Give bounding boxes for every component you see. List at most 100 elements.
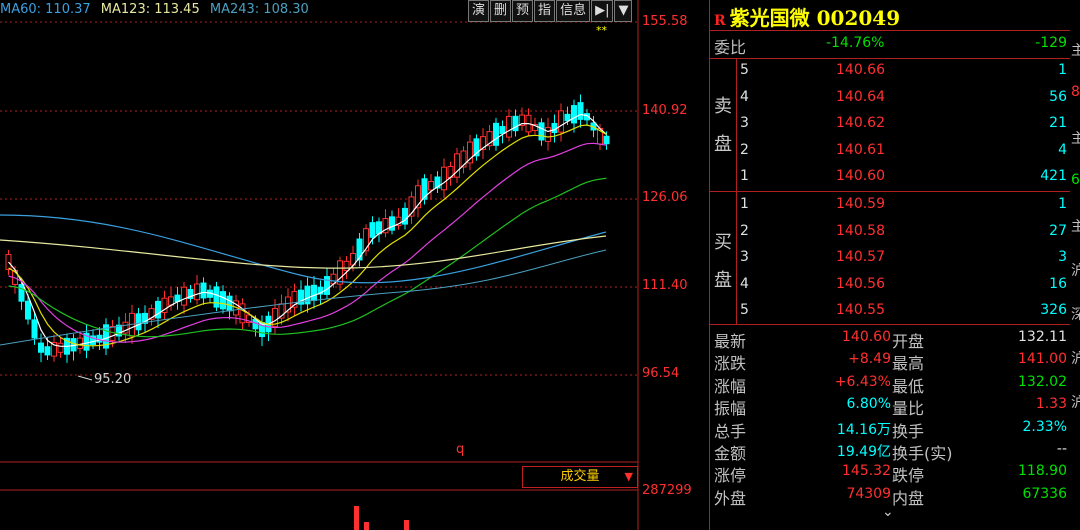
volume-indicator-label: 成交量 bbox=[560, 469, 600, 484]
candle-body bbox=[181, 286, 187, 306]
buy-level-row[interactable]: 3 140.57 3 bbox=[710, 245, 1080, 271]
ma243-label: MA243: 108.30 bbox=[209, 2, 309, 17]
level-price: 140.66 bbox=[836, 62, 885, 78]
edge-glyph: 沪 bbox=[1071, 263, 1080, 279]
info-button[interactable]: 信息 bbox=[556, 0, 591, 22]
volume-axis-label: 287299 bbox=[642, 483, 692, 498]
edge-glyph: 主 bbox=[1071, 43, 1080, 59]
candle-body bbox=[311, 284, 317, 301]
stat-label: 内盘 bbox=[892, 488, 925, 508]
candle-body bbox=[493, 122, 499, 146]
buy-level-row[interactable]: 1 140.59 1 bbox=[710, 192, 1080, 218]
indicator-button[interactable]: 指 bbox=[534, 0, 556, 22]
quote-panel: R 紫光国微 002049 委比 -14.76% -129 卖 盘 买 盘 5 14… bbox=[709, 0, 1080, 530]
sell-level-row[interactable]: 5 140.66 1 bbox=[710, 58, 1080, 84]
candle-body bbox=[363, 228, 369, 252]
level-price: 140.62 bbox=[836, 115, 885, 132]
sell-level-row[interactable]: 1 140.60 421 bbox=[710, 164, 1080, 190]
level-price: 140.59 bbox=[836, 196, 885, 212]
stat-value: -- bbox=[1056, 441, 1067, 457]
level-number: 4 bbox=[740, 275, 749, 292]
level-volume: 27 bbox=[1049, 222, 1067, 239]
level-volume: 1 bbox=[1058, 62, 1067, 78]
edge-glyph: 8 bbox=[1071, 84, 1080, 100]
level-price: 140.58 bbox=[836, 222, 885, 239]
edge-glyph: 深 bbox=[1071, 307, 1080, 323]
y-tick-label: 111.40 bbox=[642, 278, 688, 293]
stat-value: 145.32 bbox=[842, 463, 891, 480]
ma123-line bbox=[0, 235, 607, 269]
stock-title: R 紫光国微 002049 bbox=[714, 2, 900, 31]
ma123-label: MA123: 113.45 bbox=[100, 2, 200, 17]
level-number: 2 bbox=[740, 222, 749, 239]
q-marker: q bbox=[456, 442, 465, 457]
buy-level-row[interactable]: 4 140.56 16 bbox=[710, 272, 1080, 298]
candle-body bbox=[389, 216, 395, 231]
kline-chart[interactable]: MA60: 110.37 MA123: 113.45 MA243: 108.30… bbox=[0, 0, 708, 530]
kline-canvas[interactable] bbox=[0, 0, 708, 530]
edge-strip: 主8主6主沪深沪沪 bbox=[1070, 30, 1080, 510]
low-price-pointer bbox=[77, 375, 93, 381]
level-price: 140.55 bbox=[836, 302, 885, 319]
chart-toolbar: 演 删 预 指 信息 ▶| ▼ bbox=[468, 0, 633, 22]
demo-button[interactable]: 演 bbox=[468, 0, 490, 22]
stat-value: +8.49 bbox=[848, 351, 891, 368]
volume-bar bbox=[354, 506, 359, 530]
volume-bar bbox=[364, 522, 369, 530]
volume-bar bbox=[404, 520, 409, 530]
edge-glyph: 沪 bbox=[1071, 395, 1080, 411]
stock-code: 002049 bbox=[816, 6, 901, 30]
candle-body bbox=[564, 113, 571, 122]
ma-line bbox=[8, 124, 607, 347]
candle-body bbox=[441, 166, 447, 191]
stat-row: 外盘 74309 内盘 67336 bbox=[710, 483, 1080, 509]
candle-body bbox=[25, 300, 31, 320]
stat-value: 6.80% bbox=[846, 396, 891, 413]
sell-level-row[interactable]: 4 140.64 56 bbox=[710, 85, 1080, 111]
volume-indicator-dropdown[interactable]: 成交量 ▼ bbox=[522, 466, 638, 488]
sell-level-row[interactable]: 2 140.61 4 bbox=[710, 138, 1080, 164]
buy-level-row[interactable]: 2 140.58 27 bbox=[710, 219, 1080, 245]
candle-body bbox=[220, 291, 226, 310]
candle-body bbox=[109, 326, 116, 341]
level-volume: 421 bbox=[1040, 168, 1067, 185]
candle-body bbox=[324, 276, 330, 295]
expand-chevron-icon[interactable]: ⌄ bbox=[882, 504, 894, 520]
level-volume: 21 bbox=[1049, 115, 1067, 132]
candle-body bbox=[428, 181, 434, 191]
edge-glyph: 主 bbox=[1071, 131, 1080, 147]
delete-button[interactable]: 删 bbox=[490, 0, 512, 22]
menu-dropdown-button[interactable]: ▼ bbox=[614, 0, 633, 22]
candle-body bbox=[57, 342, 64, 353]
skip-end-button[interactable]: ▶| bbox=[591, 0, 614, 22]
buy-level-row[interactable]: 5 140.55 326 bbox=[710, 298, 1080, 324]
candle-body bbox=[558, 110, 564, 133]
level-number: 3 bbox=[740, 115, 749, 132]
ma-legend: MA60: 110.37 MA123: 113.45 MA243: 108.30 bbox=[0, 2, 315, 17]
forecast-button[interactable]: 预 bbox=[512, 0, 534, 22]
stock-name: 紫光国微 bbox=[729, 6, 810, 30]
weibi-row: 委比 -14.76% -129 bbox=[710, 32, 1080, 58]
stat-label: 外盘 bbox=[714, 488, 747, 508]
level-volume: 326 bbox=[1040, 302, 1067, 319]
y-tick-label: 140.92 bbox=[642, 103, 688, 118]
y-tick-label: 96.54 bbox=[642, 366, 680, 381]
stat-value: 118.90 bbox=[1018, 463, 1067, 480]
candle-body bbox=[577, 102, 584, 120]
level-price: 140.56 bbox=[836, 275, 885, 292]
stat-value: 132.02 bbox=[1018, 373, 1067, 390]
level-price: 140.61 bbox=[836, 141, 885, 158]
candle-body bbox=[44, 346, 51, 356]
level-number: 1 bbox=[740, 168, 749, 185]
candle-body bbox=[343, 260, 350, 272]
sell-level-row[interactable]: 3 140.62 21 bbox=[710, 111, 1080, 137]
candle-body bbox=[38, 342, 44, 353]
candle-body bbox=[135, 313, 142, 331]
stat-value: +6.43% bbox=[834, 373, 891, 390]
level-volume: 3 bbox=[1058, 249, 1067, 266]
weibi-label: 委比 bbox=[714, 38, 747, 57]
level-number: 2 bbox=[740, 141, 749, 158]
stat-value: 1.33 bbox=[1035, 396, 1067, 413]
ma60-label: MA60: 110.37 bbox=[0, 2, 91, 17]
edge-glyph: 6 bbox=[1071, 172, 1080, 188]
